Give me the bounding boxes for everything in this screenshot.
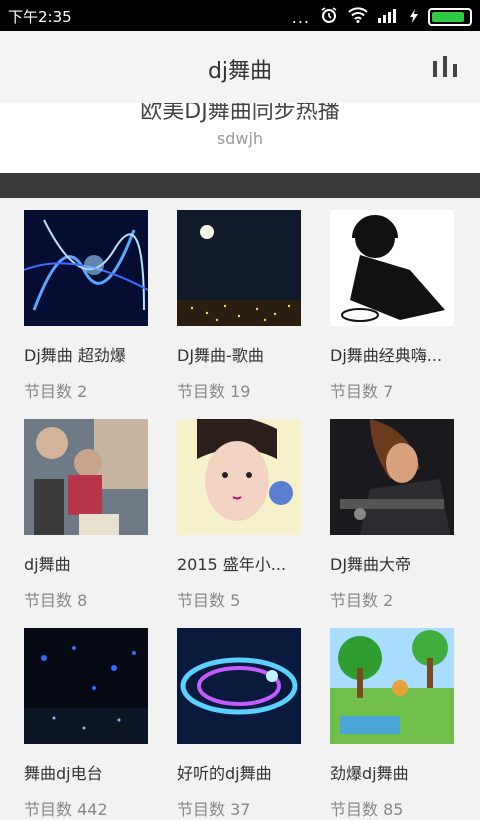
grid-item[interactable]: Dj舞曲 超劲爆 节目数 2 — [24, 210, 150, 402]
item-count: 节目数 19 — [177, 382, 251, 401]
item-title: 好听的dj舞曲 — [177, 764, 272, 783]
alarm-icon — [320, 6, 338, 28]
battery-icon — [428, 8, 472, 26]
item-title: dj舞曲 — [24, 555, 71, 574]
cellular-signal-icon — [378, 7, 400, 27]
charging-icon — [410, 8, 418, 27]
status-bar: 下午2:35 ... — [0, 0, 480, 31]
featured-header[interactable]: 欧美DJ舞曲同步热播 sdwjh — [0, 103, 480, 173]
featured-author: sdwjh — [216, 129, 264, 148]
grid-item[interactable]: 2015 盛年小... 节目数 5 — [177, 419, 303, 611]
grid-item[interactable]: 舞曲dj电台 节目数 442 — [24, 628, 150, 820]
grid-item[interactable]: DJ舞曲-歌曲 节目数 19 — [177, 210, 303, 402]
item-title: DJ舞曲大帝 — [330, 555, 412, 574]
item-title: DJ舞曲-歌曲 — [177, 346, 264, 365]
grid-item[interactable]: DJ舞曲大帝 节目数 2 — [330, 419, 456, 611]
item-title: 2015 盛年小... — [177, 555, 287, 574]
item-title: Dj舞曲经典嗨... — [330, 346, 443, 365]
featured-headline: 欧美DJ舞曲同步热播 — [140, 103, 340, 124]
equalizer-icon[interactable] — [432, 55, 458, 79]
item-count: 节目数 7 — [330, 382, 394, 401]
section-divider — [0, 173, 480, 198]
thumbnail-image — [24, 210, 148, 326]
item-title: Dj舞曲 超劲爆 — [24, 346, 126, 365]
thumbnail-image — [177, 210, 301, 326]
item-count: 节目数 8 — [24, 591, 88, 610]
item-count: 节目数 2 — [330, 591, 394, 610]
page-title: dj舞曲 — [207, 59, 273, 84]
grid-item[interactable]: 劲爆dj舞曲 节目数 85 — [330, 628, 456, 820]
thumbnail-image — [24, 628, 148, 744]
item-count: 节目数 2 — [24, 382, 88, 401]
more-notifications-icon: ... — [291, 7, 310, 27]
thumbnail-image — [330, 628, 454, 744]
thumbnail-image — [330, 210, 454, 326]
item-count: 节目数 5 — [177, 591, 241, 610]
status-time: 下午2:35 — [8, 8, 72, 26]
item-title: 舞曲dj电台 — [24, 764, 103, 783]
thumbnail-image — [330, 419, 454, 535]
wifi-icon — [348, 7, 368, 27]
status-icons: ... — [292, 6, 472, 28]
item-title: 劲爆dj舞曲 — [330, 764, 409, 783]
grid-item[interactable]: Dj舞曲经典嗨... 节目数 7 — [330, 210, 456, 402]
thumbnail-image — [177, 628, 301, 744]
grid-item[interactable]: 好听的dj舞曲 节目数 37 — [177, 628, 303, 820]
thumbnail-image — [177, 419, 301, 535]
battery-level — [432, 12, 465, 22]
app-bar: dj舞曲 — [0, 31, 480, 104]
thumbnail-image — [24, 419, 148, 535]
grid-item[interactable]: dj舞曲 节目数 8 — [24, 419, 150, 611]
